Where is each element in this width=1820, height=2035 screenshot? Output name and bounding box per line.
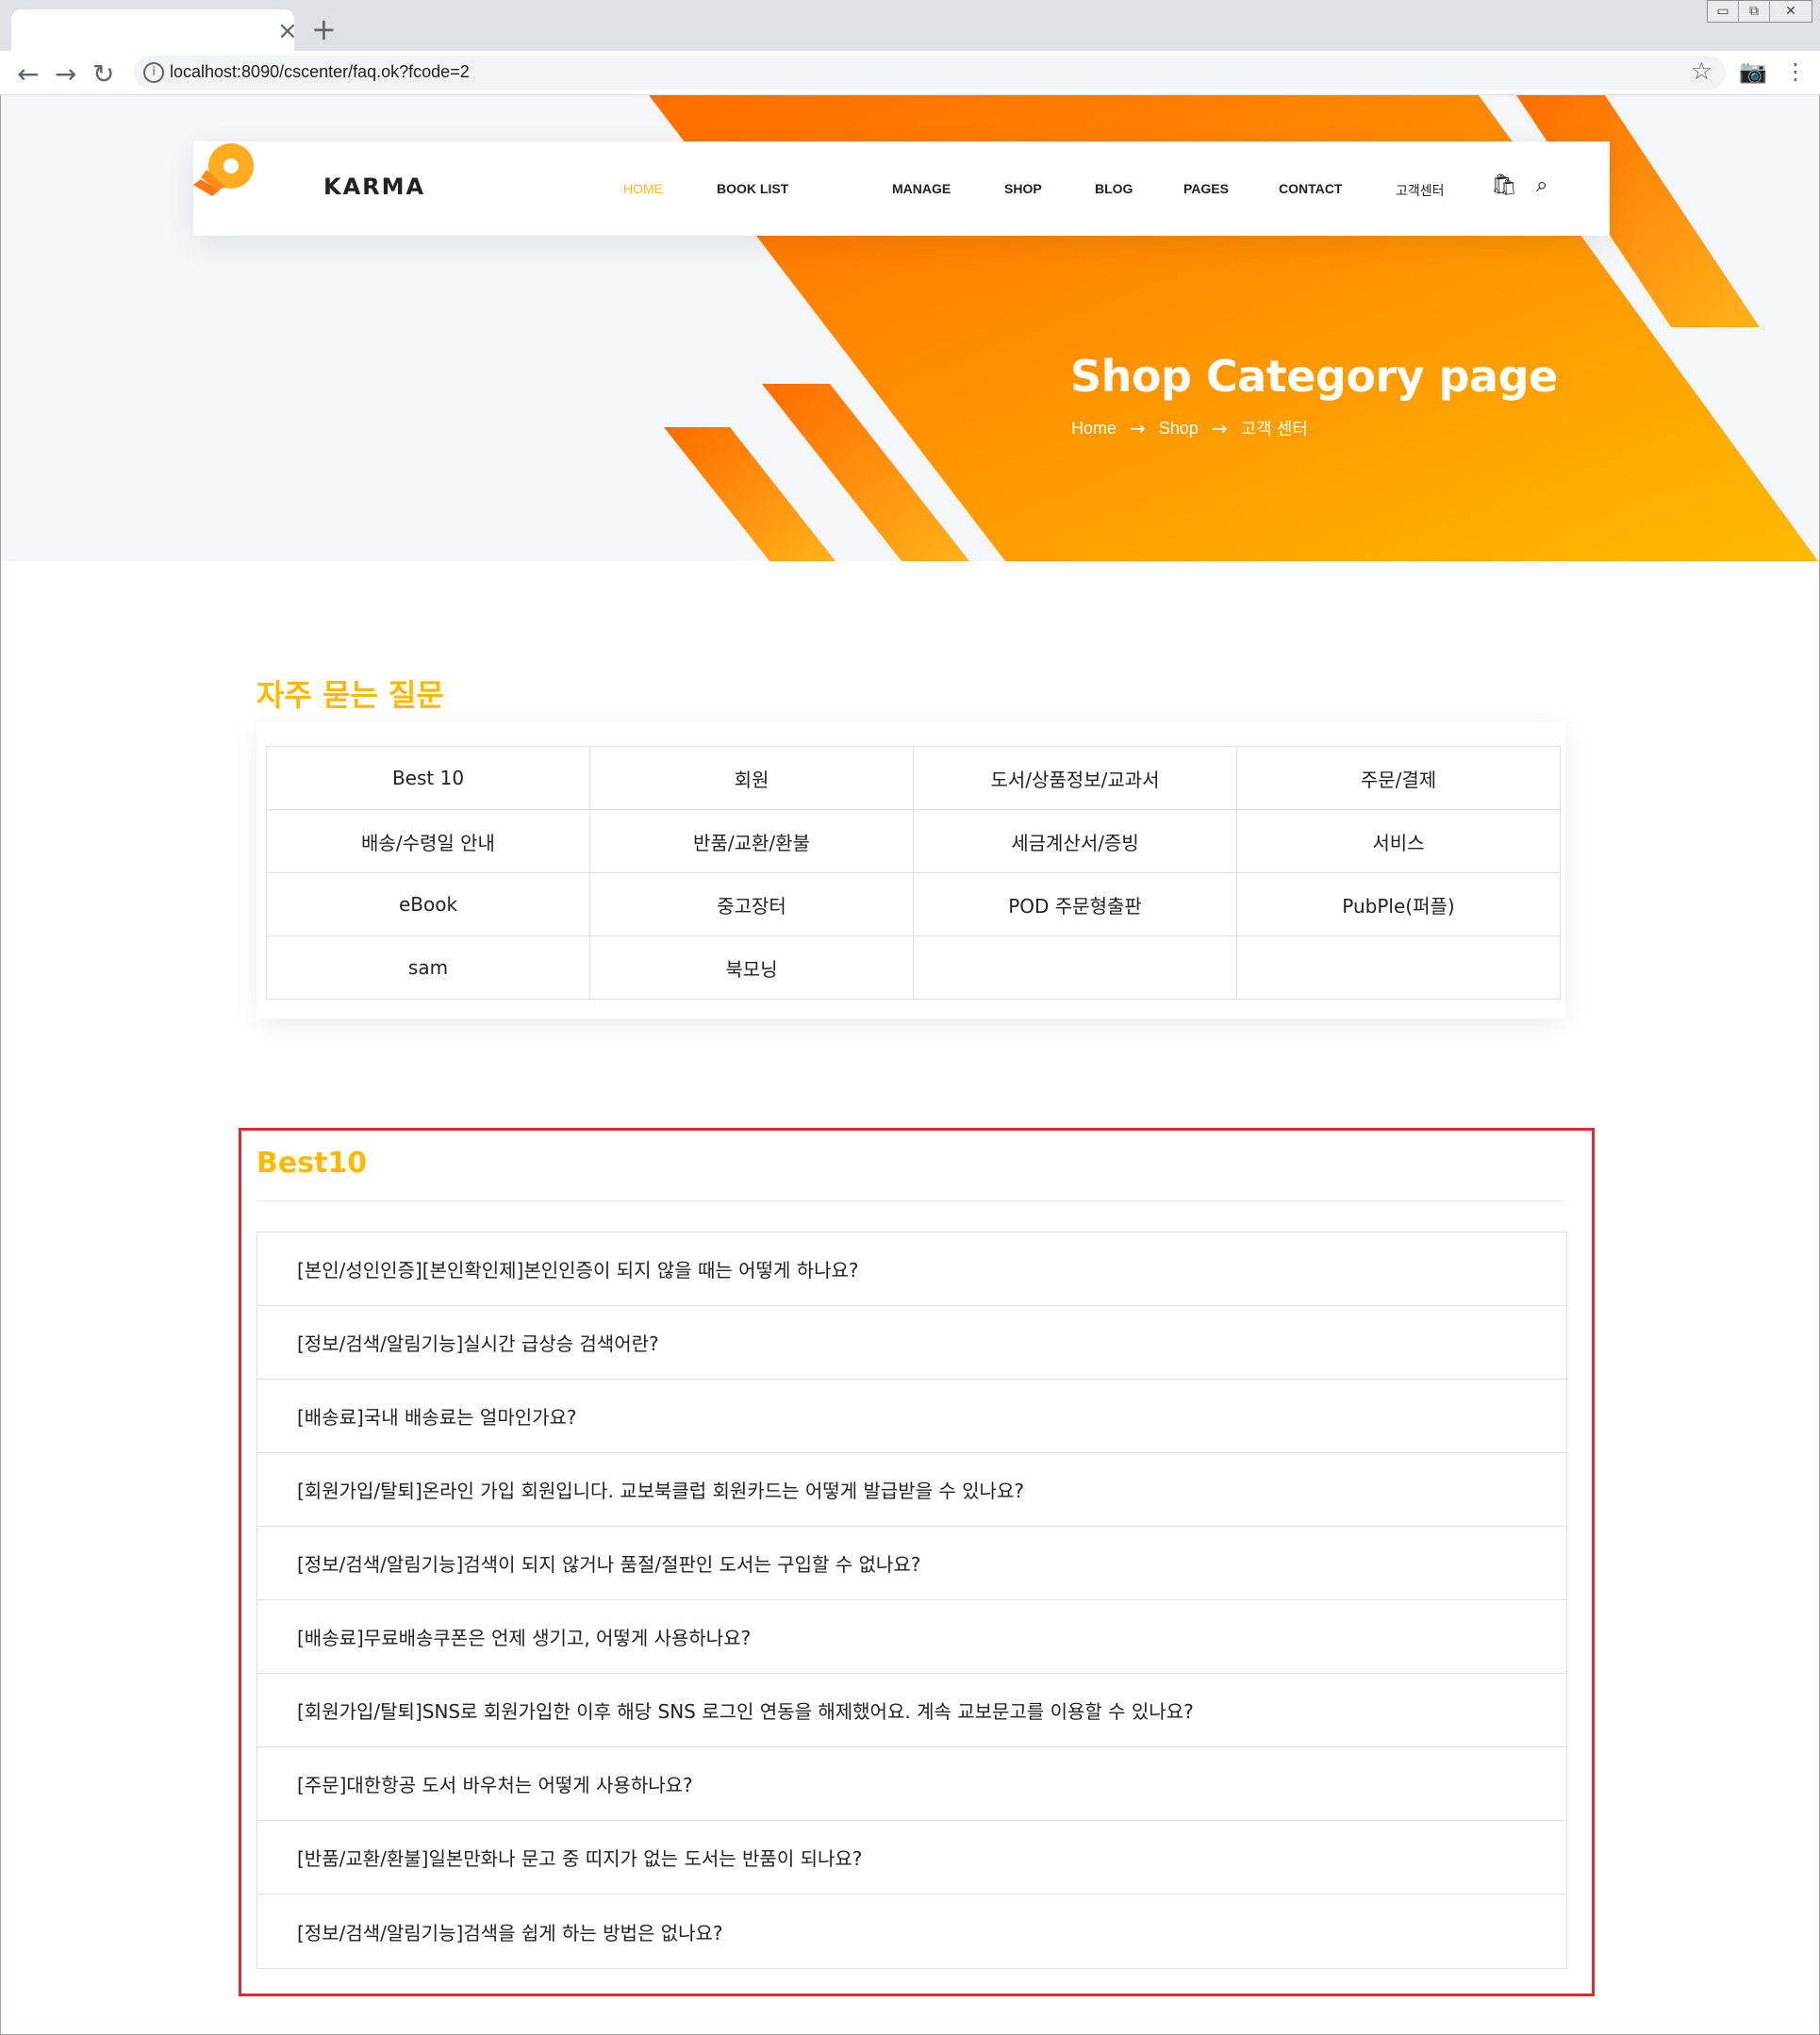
bookmark-star-icon[interactable]: ☆ xyxy=(1691,58,1712,86)
best10-list: [본인/성인인증][본인확인제]본인인증이 되지 않을 때는 어떻게 하나요?[… xyxy=(256,1232,1567,1969)
faq-category-cell[interactable]: 서비스 xyxy=(1236,809,1561,873)
faq-category-row: eBook 중고장터 POD 주문형출판 PubPle(퍼플) xyxy=(266,872,1561,936)
nav-book-list[interactable]: BOOK LIST xyxy=(717,181,788,196)
faq-category-cell[interactable]: POD 주문형출판 xyxy=(913,872,1237,936)
faq-category-cell[interactable]: 북모닝 xyxy=(589,935,914,1000)
faq-heading: 자주 묻는 질문 xyxy=(256,677,444,713)
faq-category-table: Best 10 회원 도서/상품정보/교과서 주문/결제 배송/수령일 안내 반품/교환/… xyxy=(266,746,1561,1000)
faq-question-item[interactable]: [주문]대한항공 도서 바우처는 어떻게 사용하나요? xyxy=(257,1747,1566,1821)
address-bar[interactable]: i localhost:8090/cscenter/faq.ok?fcode=2… xyxy=(134,56,1726,90)
faq-category-cell[interactable]: PubPle(퍼플) xyxy=(1236,872,1561,936)
best10-title: Best10 xyxy=(256,1147,368,1180)
window-controls: ▭ ⧉ ✕ xyxy=(1707,0,1812,23)
faq-category-row: 배송/수령일 안내 반품/교환/환불 세금계산서/증빙 서비스 xyxy=(266,809,1561,873)
arrow-right-icon: → xyxy=(1211,417,1228,439)
breadcrumb-shop[interactable]: Shop xyxy=(1159,419,1199,438)
new-tab-icon[interactable]: + xyxy=(311,11,337,47)
breadcrumb: Home → Shop → 고객 센터 xyxy=(1071,416,1308,440)
faq-category-cell[interactable]: 세금계산서/증빙 xyxy=(913,809,1237,873)
faq-category-cell[interactable]: 배송/수령일 안내 xyxy=(266,809,590,873)
arrow-right-icon: → xyxy=(1130,417,1146,439)
search-icon[interactable]: ⌕ xyxy=(1536,174,1547,197)
faq-question-item[interactable]: [정보/검색/알림기능]검색을 쉽게 하는 방법은 없나요? xyxy=(257,1894,1566,1968)
tab-close-icon[interactable]: × xyxy=(277,17,298,45)
faq-category-cell[interactable]: sam xyxy=(266,935,590,1000)
page-title: Shop Category page xyxy=(1070,351,1558,402)
nav-home[interactable]: HOME xyxy=(623,181,663,196)
nav-manage[interactable]: MANAGE xyxy=(892,181,951,196)
faq-question-item[interactable]: [회원가입/탈퇴]온라인 가입 회원입니다. 교보북클럽 회원카드는 어떻게 발… xyxy=(257,1453,1566,1527)
site-header: KARMA HOME BOOK LIST MANAGE SHOP BLOG PA… xyxy=(193,141,1610,236)
faq-question-item[interactable]: [반품/교환/환불]일본만화나 문고 중 띠지가 없는 도서는 반품이 되나요? xyxy=(257,1821,1566,1894)
nav-shop[interactable]: SHOP xyxy=(1004,181,1042,196)
nav-customer-center[interactable]: 고객센터 xyxy=(1396,181,1445,200)
back-icon[interactable]: ← xyxy=(17,58,39,90)
cart-icon[interactable]: 🛍 xyxy=(1491,174,1517,197)
minimize-icon[interactable]: ▭ xyxy=(1708,1,1739,22)
faq-category-cell[interactable]: 도서/상품정보/교과서 xyxy=(913,746,1237,810)
faq-question-item[interactable]: [배송료]국내 배송료는 얼마인가요? xyxy=(257,1380,1566,1453)
faq-question-item[interactable]: [정보/검색/알림기능]실시간 급상승 검색어란? xyxy=(257,1306,1566,1380)
restore-icon[interactable]: ⧉ xyxy=(1739,1,1770,22)
browser-toolbar: ← → ↻ i localhost:8090/cscenter/faq.ok?f… xyxy=(0,51,1820,95)
camera-icon[interactable]: 📷 xyxy=(1739,58,1767,85)
faq-category-cell xyxy=(913,935,1237,1000)
browser-tab[interactable]: × xyxy=(11,9,298,51)
faq-category-cell[interactable]: 주문/결제 xyxy=(1236,746,1561,810)
nav-contact[interactable]: CONTACT xyxy=(1279,181,1342,196)
faq-category-cell[interactable]: eBook xyxy=(266,872,590,936)
window-close-icon[interactable]: ✕ xyxy=(1770,1,1812,22)
reload-icon[interactable]: ↻ xyxy=(92,58,114,90)
forward-icon[interactable]: → xyxy=(55,58,76,90)
faq-question-item[interactable]: [정보/검색/알림기능]검색이 되지 않거나 품절/절판인 도서는 구입할 수 … xyxy=(257,1527,1566,1600)
divider xyxy=(256,1200,1565,1201)
faq-category-cell xyxy=(1236,935,1561,1000)
faq-question-item[interactable]: [회원가입/탈퇴]SNS로 회원가입한 이후 해당 SNS 로그인 연동을 해제… xyxy=(257,1674,1566,1747)
tab-strip: × + ▭ ⧉ ✕ xyxy=(0,0,1820,51)
faq-category-cell[interactable]: 회원 xyxy=(589,746,914,810)
faq-question-item[interactable]: [본인/성인인증][본인확인제]본인인증이 되지 않을 때는 어떻게 하나요? xyxy=(257,1233,1566,1306)
nav-blog[interactable]: BLOG xyxy=(1095,181,1133,196)
url-text[interactable]: localhost:8090/cscenter/faq.ok?fcode=2 xyxy=(170,62,470,82)
browser-menu-icon[interactable]: ⋮ xyxy=(1784,58,1807,85)
karma-logo-icon[interactable] xyxy=(193,141,259,198)
faq-category-row: sam 북모닝 xyxy=(266,935,1561,1000)
breadcrumb-customer-center[interactable]: 고객 센터 xyxy=(1241,416,1308,440)
hero-banner: KARMA HOME BOOK LIST MANAGE SHOP BLOG PA… xyxy=(2,95,1818,561)
faq-category-card: Best 10 회원 도서/상품정보/교과서 주문/결제 배송/수령일 안내 반품/교환/… xyxy=(256,722,1565,1018)
faq-category-cell[interactable]: 중고장터 xyxy=(589,872,914,936)
faq-question-item[interactable]: [배송료]무료배송쿠폰은 언제 생기고, 어떻게 사용하나요? xyxy=(257,1600,1566,1674)
logo-text[interactable]: KARMA xyxy=(323,174,425,200)
breadcrumb-home[interactable]: Home xyxy=(1071,419,1117,438)
nav-pages[interactable]: PAGES xyxy=(1183,181,1229,196)
faq-category-cell[interactable]: Best 10 xyxy=(266,746,590,810)
faq-category-row: Best 10 회원 도서/상품정보/교과서 주문/결제 xyxy=(266,746,1561,810)
faq-category-cell[interactable]: 반품/교환/환불 xyxy=(589,809,914,873)
site-info-icon[interactable]: i xyxy=(143,62,164,83)
page-viewport: KARMA HOME BOOK LIST MANAGE SHOP BLOG PA… xyxy=(2,95,1818,2033)
